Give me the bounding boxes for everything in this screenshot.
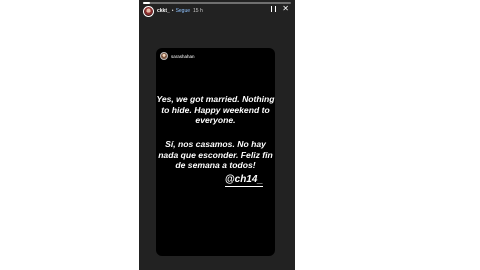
shared-post-header: sarashahan xyxy=(160,52,195,60)
header-separator: • xyxy=(171,8,174,14)
message-spanish: Sí, nos casamos. No hay nada que esconde… xyxy=(158,139,273,170)
shared-post-avatar[interactable] xyxy=(160,52,168,60)
shared-post-username[interactable]: sarashahan xyxy=(171,54,195,59)
story-timestamp: 15 h xyxy=(193,8,203,14)
close-icon[interactable]: ✕ xyxy=(282,5,289,13)
mention-link[interactable]: @ch14_ xyxy=(224,174,263,187)
avatar[interactable] xyxy=(143,5,154,17)
story-controls: ✕ xyxy=(271,5,289,13)
story-follow-link[interactable]: Segue xyxy=(176,8,190,14)
story-username[interactable]: ckkt_ xyxy=(157,8,170,14)
shared-post-card[interactable]: sarashahan Yes, we got married. Nothing … xyxy=(156,48,275,256)
story-header: ckkt_ • Segue 15 h xyxy=(143,4,203,18)
message-english: Yes, we got married. Nothing to hide. Ha… xyxy=(156,94,275,125)
pause-icon[interactable] xyxy=(271,6,277,12)
story-viewer[interactable]: ckkt_ • Segue 15 h ✕ sarashahan Yes, we … xyxy=(139,0,295,270)
